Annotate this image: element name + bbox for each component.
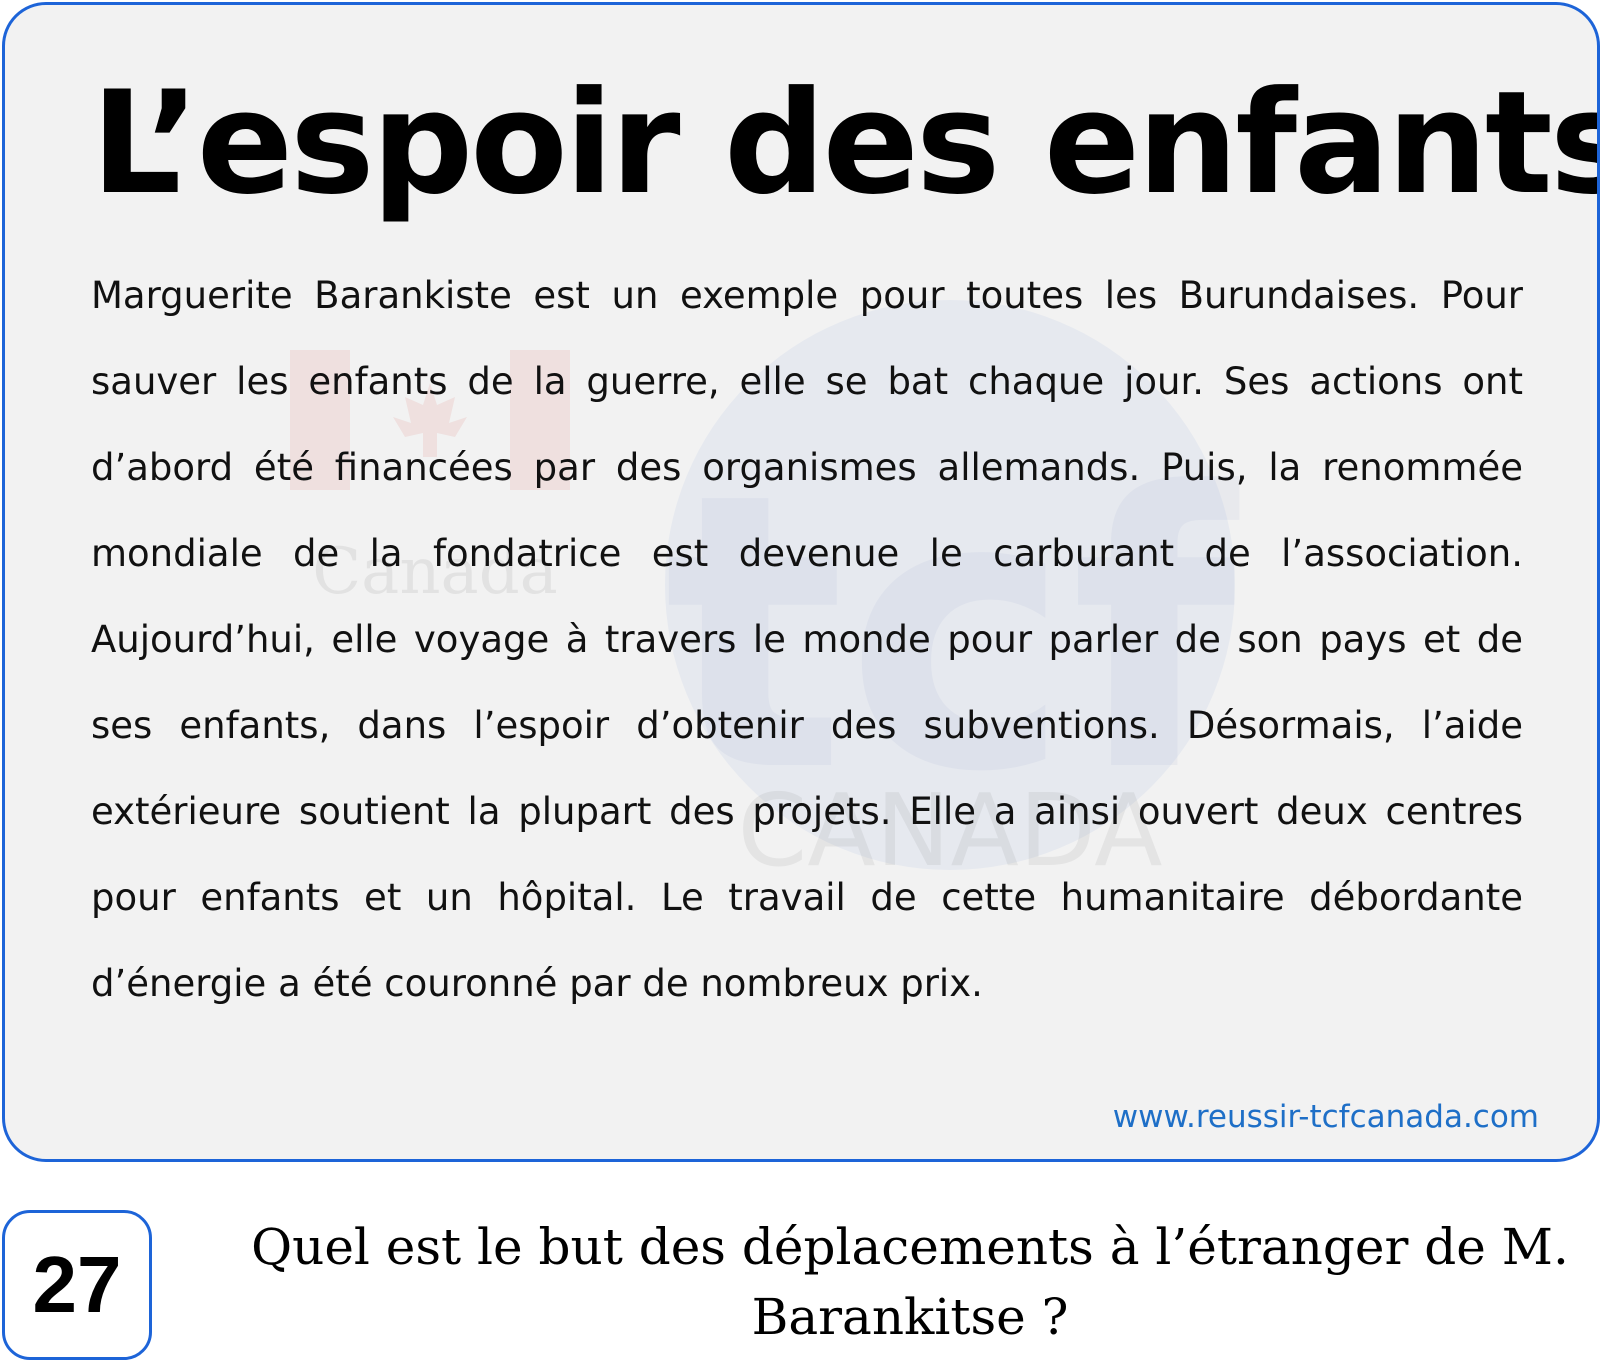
question-text: Quel est le but des déplacements à l’étr… <box>251 1218 1569 1346</box>
website-link[interactable]: www.reussir-tcfcanada.com <box>1113 1099 1539 1135</box>
article-title: L’espoir des enfants <box>91 61 1600 226</box>
reading-card: Canada tcf CANADA L’espoir des enfants M… <box>2 2 1600 1162</box>
article-body: Marguerite Barankiste est un exemple pou… <box>91 274 1523 1005</box>
question-number-badge: 27 <box>2 1210 152 1360</box>
